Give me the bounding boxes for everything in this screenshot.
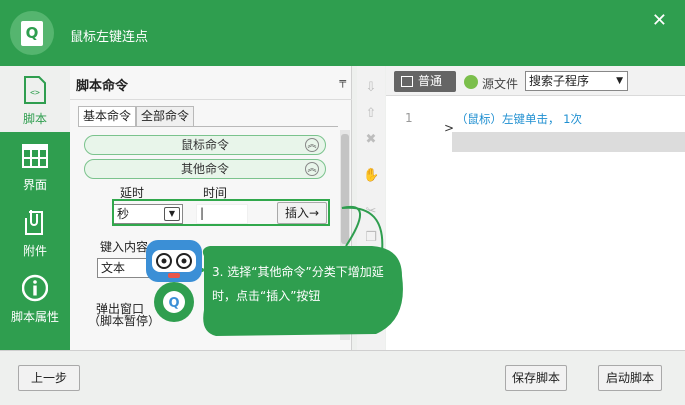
category-other-label: 其他命令 xyxy=(180,162,229,176)
tab-divider xyxy=(78,126,338,127)
tab-all-commands[interactable]: 全部命令 xyxy=(136,106,195,126)
pin-icon[interactable]: ╤ xyxy=(339,75,346,88)
nav-label-properties: 脚本属性 xyxy=(10,310,59,324)
logo-letter: Q xyxy=(21,21,43,46)
category-mouse[interactable]: 鼠标命令 ︽ xyxy=(84,135,326,155)
chevron-up-icon: ︽ xyxy=(305,138,319,152)
start-script-button[interactable]: 启动脚本 xyxy=(598,365,662,391)
layout-grid-icon xyxy=(22,144,48,168)
search-subroutine-value: 搜索子程序 xyxy=(529,74,590,88)
nav-item-properties[interactable]: 脚本属性 xyxy=(0,264,70,330)
hand-icon[interactable]: ✋ xyxy=(363,168,379,184)
editor-header: 普通 源文件 搜索子程序 ▼ xyxy=(386,66,685,96)
line-number: 1 xyxy=(405,111,413,125)
search-subroutine-select[interactable]: 搜索子程序 ▼ xyxy=(525,71,628,91)
left-nav: <> 脚本 界面 附件 脚本属性 xyxy=(0,66,70,350)
prev-step-button[interactable]: 上一步 xyxy=(18,365,80,391)
nav-label-script: 脚本 xyxy=(22,112,47,126)
app-logo: Q xyxy=(10,11,54,55)
mode-normal-button[interactable]: 普通 xyxy=(394,71,456,92)
panel-title: 脚本命令 xyxy=(76,79,129,94)
mode-normal-label: 普通 xyxy=(418,74,443,88)
move-up-icon[interactable]: ⇧ xyxy=(363,106,379,122)
tab-basic-commands[interactable]: 基本命令 xyxy=(78,106,137,126)
svg-text:<>: <> xyxy=(30,88,40,97)
save-script-button[interactable]: 保存脚本 xyxy=(505,365,567,391)
chevron-up-icon: ︽ xyxy=(305,162,319,176)
svg-text:Q: Q xyxy=(168,296,179,311)
panel-header: 脚本命令 ╤ xyxy=(70,66,352,100)
title-bar: Q 鼠标左键连点 ✕ xyxy=(0,0,685,66)
dropdown-arrow-icon: ▼ xyxy=(616,76,623,86)
nav-item-script[interactable]: <> 脚本 xyxy=(0,66,70,132)
mode-source-button[interactable]: 源文件 xyxy=(464,75,518,92)
footer-bar: 上一步 保存脚本 启动脚本 xyxy=(0,350,685,405)
nav-item-attachment[interactable]: 附件 xyxy=(0,198,70,264)
info-icon xyxy=(22,274,48,302)
source-file-icon xyxy=(464,75,478,89)
code-line[interactable]: （鼠标）左键单击， 1次 xyxy=(456,111,582,127)
delete-icon[interactable]: ✖ xyxy=(363,132,379,148)
app-window: Q 鼠标左键连点 ✕ <> 脚本 界面 附件 脚本属性 脚本命令 ╤ 基本命令 … xyxy=(0,0,685,405)
callout-text: 3. 选择“其他命令”分类下增加延时，点击“插入”按钮 xyxy=(212,265,384,303)
window-icon xyxy=(401,76,413,87)
mascot-icon: Q xyxy=(146,240,202,322)
nav-label-attachment: 附件 xyxy=(22,244,47,258)
window-title: 鼠标左键连点 xyxy=(70,30,149,45)
close-icon[interactable]: ✕ xyxy=(652,10,667,31)
script-editor: 普通 源文件 搜索子程序 ▼ 1 > （鼠标）左键单击， 1次 xyxy=(386,66,685,350)
current-line-highlight xyxy=(452,132,685,152)
nav-item-layout[interactable]: 界面 xyxy=(0,132,70,198)
category-other[interactable]: 其他命令 ︽ xyxy=(84,159,326,179)
code-file-icon: <> xyxy=(24,76,46,104)
nav-label-layout: 界面 xyxy=(22,178,47,192)
text-type-value: 文本 xyxy=(101,261,126,275)
mode-source-label: 源文件 xyxy=(482,77,519,91)
command-tabs: 基本命令 全部命令 xyxy=(78,106,195,126)
category-mouse-label: 鼠标命令 xyxy=(180,138,229,152)
move-down-icon[interactable]: ⇩ xyxy=(363,80,379,96)
attachment-icon xyxy=(25,210,43,235)
